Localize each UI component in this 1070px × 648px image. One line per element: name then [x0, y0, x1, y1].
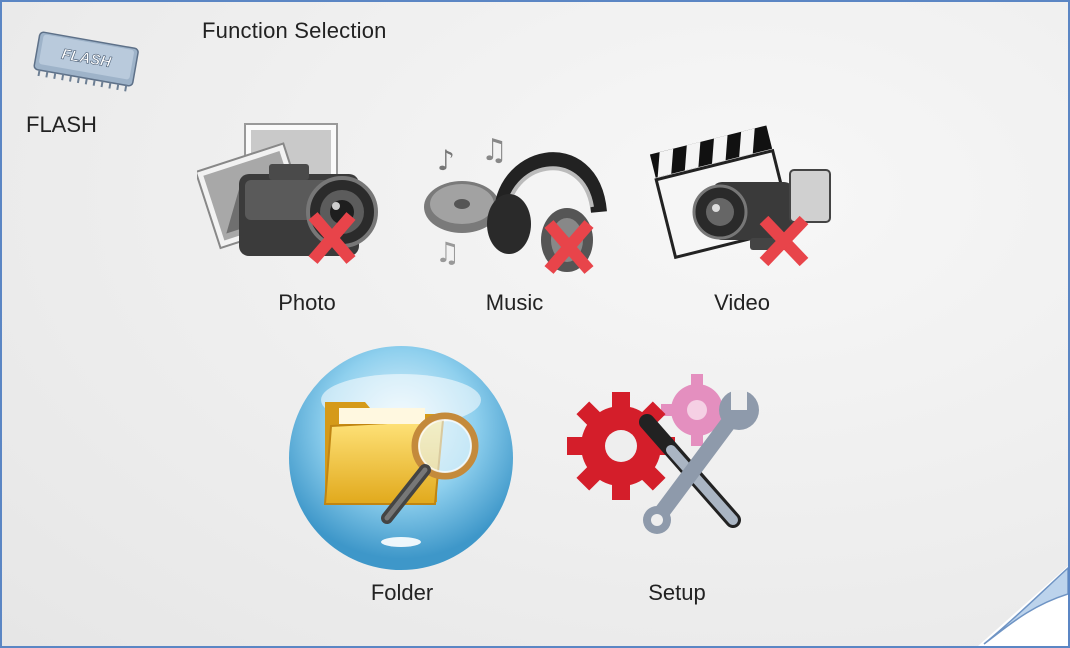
menu-item-label: Music — [485, 290, 544, 315]
menu-item-setup[interactable]: Setup — [567, 362, 787, 612]
flash-chip-icon[interactable]: FLASH — [26, 20, 146, 100]
function-selection-screen: Function Selection FLASH FLASH Photo ♪ ♫… — [0, 0, 1070, 648]
headphones-icon: ♪ ♫ ♫ — [424, 133, 607, 274]
menu-item-label: Video — [714, 290, 770, 315]
camera-icon — [197, 123, 378, 264]
gears-tools-icon — [567, 374, 759, 534]
menu-item-label: Setup — [648, 580, 706, 605]
menu-item-music[interactable]: ♪ ♫ ♫ Music — [417, 112, 612, 322]
device-label: FLASH — [26, 112, 97, 137]
menu-item-photo[interactable]: Photo — [197, 112, 417, 322]
svg-text:♫: ♫ — [481, 133, 508, 168]
camcorder-icon — [649, 125, 831, 267]
folder-search-icon — [289, 346, 513, 570]
svg-text:♪: ♪ — [437, 144, 455, 177]
svg-text:♫: ♫ — [435, 236, 460, 269]
menu-item-label: Photo — [278, 290, 336, 315]
menu-item-folder[interactable]: Folder — [287, 342, 517, 612]
page-title: Function Selection — [202, 18, 387, 43]
menu-item-video[interactable]: Video — [642, 112, 842, 322]
menu-item-label: Folder — [370, 580, 434, 605]
page-curl-icon[interactable] — [978, 566, 1068, 646]
